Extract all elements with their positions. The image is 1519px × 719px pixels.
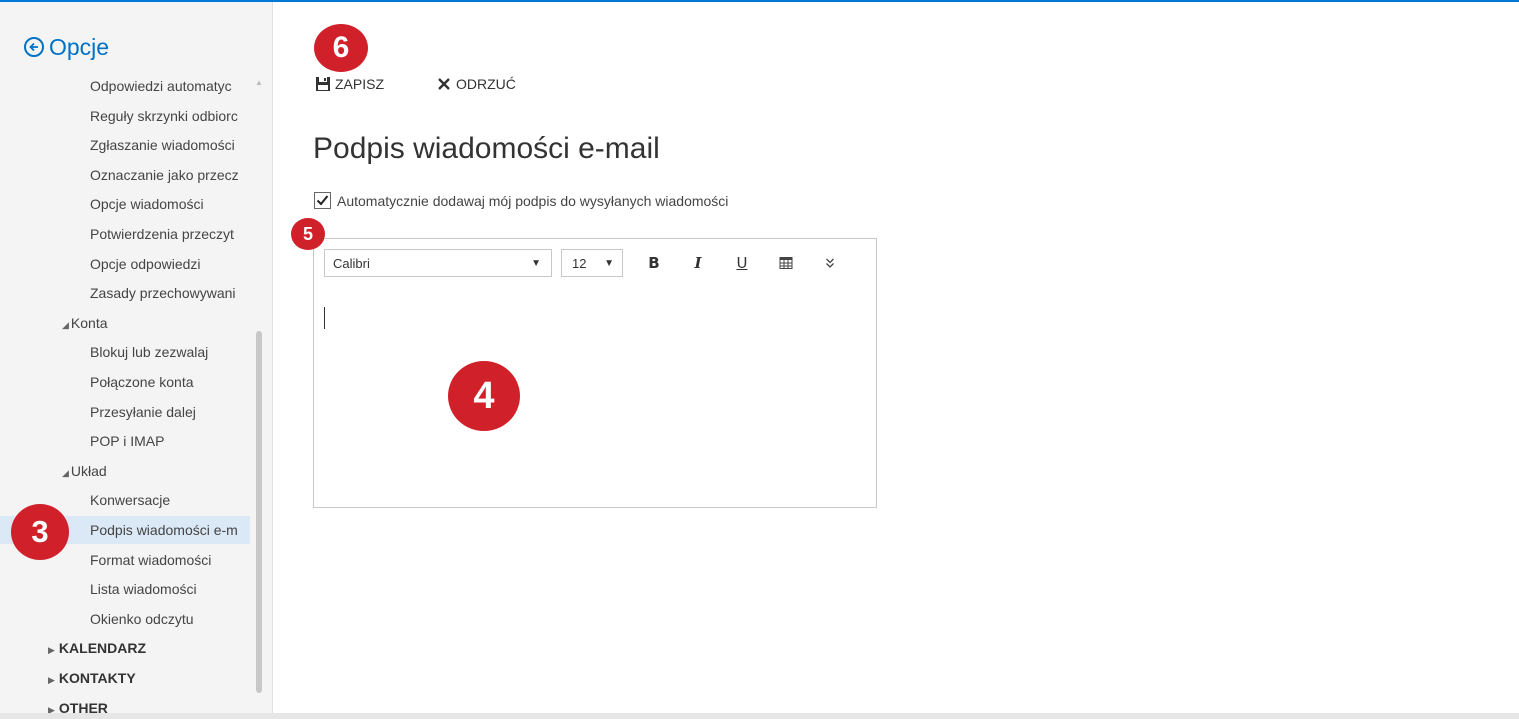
action-toolbar: ZAPISZ ODRZUĆ: [315, 76, 516, 92]
sidebar-item[interactable]: Opcje wiadomości: [0, 190, 250, 218]
text-cursor: [324, 307, 325, 329]
sidebar-item-label: KONTAKTY: [58, 670, 136, 686]
sidebar-item[interactable]: Zasady przechowywani: [0, 279, 250, 307]
sidebar-item[interactable]: Potwierdzenia przeczyt: [0, 220, 250, 248]
font-size-select[interactable]: 12 ▼: [561, 249, 623, 277]
expand-triangle-icon: ▶: [48, 645, 55, 656]
insert-table-button[interactable]: [771, 249, 801, 277]
sidebar-item-label: Reguły skrzynki odbiorc: [90, 107, 238, 124]
sidebar-group-item[interactable]: ◢ Układ: [0, 457, 250, 485]
sidebar-item[interactable]: Odpowiedzi automatyc: [0, 72, 250, 100]
font-family-value: Calibri: [333, 255, 370, 271]
sidebar-item-label: Układ: [70, 462, 107, 479]
chevron-down-icon: ▼: [531, 257, 541, 269]
editor-toolbar: Calibri ▼ 12 ▼ B I U: [324, 249, 845, 277]
font-family-select[interactable]: Calibri ▼: [324, 249, 552, 277]
sidebar-scrollbar[interactable]: ▲: [254, 78, 264, 711]
sidebar-item-label: Zasady przechowywani: [90, 285, 236, 302]
sidebar-item[interactable]: Blokuj lub zezwalaj: [0, 338, 250, 366]
signature-editor[interactable]: Calibri ▼ 12 ▼ B I U: [313, 238, 877, 508]
sidebar-item[interactable]: Połączone konta: [0, 368, 250, 396]
options-sidebar: Opcje Odpowiedzi automatyc Reguły skrzynk…: [0, 2, 273, 713]
bottom-border: [0, 713, 1519, 719]
sidebar-item-label: Oznaczanie jako przecz: [90, 166, 239, 183]
close-icon: [438, 78, 450, 90]
sidebar-item-label: Blokuj lub zezwalaj: [90, 344, 209, 361]
auto-signature-checkbox[interactable]: [314, 192, 331, 209]
sidebar-item-label: Podpis wiadomości e-m: [90, 522, 238, 538]
collapse-triangle-icon: ◢: [62, 319, 69, 330]
sidebar-item-label: Potwierdzenia przeczyt: [90, 226, 234, 242]
sidebar-item-label: Lista wiadomości: [90, 581, 197, 598]
sidebar-item-label: Zgłaszanie wiadomości: [90, 137, 235, 154]
chevron-down-icon: ▼: [604, 257, 614, 269]
sidebar-item-label: POP i IMAP: [90, 433, 165, 450]
sidebar-item[interactable]: Opcje odpowiedzi: [0, 250, 250, 278]
italic-button[interactable]: I: [683, 249, 713, 277]
floppy-disk-icon: [316, 77, 330, 91]
options-title: Opcje: [49, 34, 110, 60]
sidebar-item-label: Konta: [70, 314, 108, 331]
scroll-up-arrow-icon[interactable]: ▲: [254, 78, 264, 92]
sidebar-section-item[interactable]: ▶ KONTAKTY: [0, 664, 250, 692]
underline-button[interactable]: U: [727, 249, 757, 277]
sidebar-section-item[interactable]: ▶ OTHER: [0, 694, 250, 713]
expand-triangle-icon: ▶: [48, 704, 55, 713]
expand-triangle-icon: ▶: [48, 675, 55, 685]
table-icon: [779, 257, 793, 269]
sidebar-item-label: Format wiadomości: [90, 551, 212, 568]
sidebar-item-label: OTHER: [58, 699, 108, 713]
bold-button[interactable]: B: [639, 249, 669, 277]
callout-badge-6: 6: [314, 24, 368, 72]
auto-signature-label[interactable]: Automatycznie dodawaj mój podpis do wysy…: [337, 193, 728, 209]
auto-signature-row: Automatycznie dodawaj mój podpis do wysy…: [314, 192, 728, 209]
sidebar-item[interactable]: Reguły skrzynki odbiorc: [0, 102, 250, 130]
checkmark-icon: [316, 195, 329, 206]
collapse-triangle-icon: ◢: [62, 467, 69, 478]
signature-settings-panel: ZAPISZ ODRZUĆ Podpis wiadomości e-mail A…: [273, 2, 1519, 713]
sidebar-item-label: Opcje wiadomości: [90, 196, 204, 213]
sidebar-item[interactable]: Oznaczanie jako przecz: [0, 161, 250, 189]
sidebar-item-label: Przesyłanie dalej: [90, 403, 196, 420]
scrollbar-thumb[interactable]: [256, 331, 262, 693]
sidebar-group-item[interactable]: ◢ Konta: [0, 309, 250, 337]
sidebar-item[interactable]: Lista wiadomości: [0, 575, 250, 603]
sidebar-item-label: Opcje odpowiedzi: [90, 255, 201, 272]
discard-label: ODRZUĆ: [456, 76, 516, 92]
back-arrow-icon: [24, 37, 44, 57]
callout-badge-5: 5: [291, 218, 325, 250]
sidebar-item[interactable]: POP i IMAP: [0, 427, 250, 455]
callout-badge-4: 4: [448, 361, 520, 431]
callout-badge-3: 3: [11, 504, 69, 560]
sidebar-item-label: Okienko odczytu: [90, 610, 194, 627]
double-chevron-down-icon: [826, 258, 834, 268]
discard-button[interactable]: ODRZUĆ: [436, 76, 516, 92]
more-options-button[interactable]: [815, 249, 845, 277]
page-title: Podpis wiadomości e-mail: [313, 132, 660, 165]
sidebar-section-item[interactable]: ▶ KALENDARZ: [0, 634, 250, 662]
font-size-value: 12: [572, 255, 587, 271]
sidebar-item[interactable]: Przesyłanie dalej: [0, 398, 250, 426]
sidebar-item-label: Połączone konta: [90, 374, 194, 390]
save-label: ZAPISZ: [335, 76, 385, 92]
options-back-link[interactable]: Opcje: [24, 34, 109, 60]
sidebar-item-label: Odpowiedzi automatyc: [90, 78, 232, 94]
sidebar-item-label: Konwersacje: [90, 492, 171, 509]
sidebar-item[interactable]: Zgłaszanie wiadomości: [0, 131, 250, 159]
sidebar-item-label: KALENDARZ: [58, 640, 147, 657]
sidebar-item[interactable]: Okienko odczytu: [0, 605, 250, 633]
save-button[interactable]: ZAPISZ: [315, 76, 384, 92]
